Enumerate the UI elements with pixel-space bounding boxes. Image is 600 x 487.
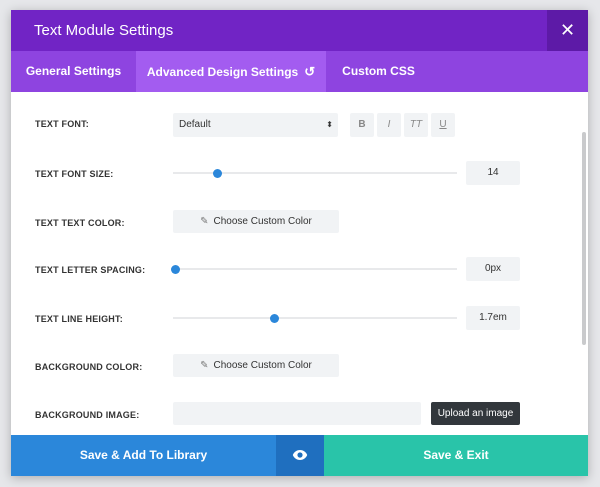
letter-spacing-slider-handle[interactable] <box>170 265 180 274</box>
button-label: Choose Custom Color <box>213 360 312 371</box>
select-arrow-icon: ⬍ <box>326 120 333 129</box>
background-image-label: BACKGROUND IMAGE: <box>35 410 140 420</box>
close-icon: ✕ <box>559 20 576 40</box>
scrollbar[interactable] <box>582 132 586 345</box>
modal-header: Text Module Settings ✕ <box>11 10 588 51</box>
button-label: Choose Custom Color <box>213 216 312 227</box>
text-font-label: TEXT FONT: <box>35 119 89 129</box>
tab-label: Advanced Design Settings <box>146 65 299 79</box>
text-color-label: TEXT TEXT COLOR: <box>35 218 125 228</box>
background-color-label: BACKGROUND COLOR: <box>35 362 143 372</box>
line-height-label: TEXT LINE HEIGHT: <box>35 314 123 324</box>
preview-button[interactable] <box>276 435 324 476</box>
uppercase-button[interactable]: TT <box>404 113 428 137</box>
background-color-picker-button[interactable]: ✎ Choose Custom Color <box>173 354 339 377</box>
line-height-slider[interactable] <box>173 317 457 319</box>
modal-title: Text Module Settings <box>34 22 174 39</box>
italic-button[interactable]: I <box>377 113 401 137</box>
bold-button[interactable]: B <box>350 113 374 137</box>
tab-label: General Settings <box>25 64 122 78</box>
letter-spacing-value[interactable]: 0px <box>466 257 520 281</box>
eyedropper-icon: ✎ <box>200 216 209 227</box>
background-image-url-input[interactable] <box>173 402 421 425</box>
underline-button[interactable]: U <box>431 113 455 137</box>
modal-footer: Save & Add To Library Save & Exit <box>11 435 588 476</box>
tab-general-settings[interactable]: General Settings <box>11 51 136 92</box>
letter-spacing-slider[interactable] <box>173 268 457 270</box>
upload-image-button[interactable]: Upload an image <box>431 402 520 425</box>
tab-advanced-design-settings[interactable]: Advanced Design Settings ↺ <box>136 51 326 92</box>
text-font-size-label: TEXT FONT SIZE: <box>35 169 114 179</box>
close-button[interactable]: ✕ <box>547 10 588 51</box>
eye-icon <box>292 450 308 460</box>
save-add-to-library-button[interactable]: Save & Add To Library <box>11 435 276 476</box>
line-height-value[interactable]: 1.7em <box>466 306 520 330</box>
settings-body: TEXT FONT: Default ⬍ B I TT U TEXT FONT … <box>11 92 588 435</box>
eyedropper-icon: ✎ <box>200 360 209 371</box>
save-exit-button[interactable]: Save & Exit <box>324 435 588 476</box>
letter-spacing-label: TEXT LETTER SPACING: <box>35 265 146 275</box>
select-value: Default <box>179 119 211 130</box>
tab-custom-css[interactable]: Custom CSS <box>326 51 431 92</box>
text-color-picker-button[interactable]: ✎ Choose Custom Color <box>173 210 339 233</box>
text-font-size-value[interactable]: 14 <box>466 161 520 185</box>
line-height-slider-handle[interactable] <box>269 314 279 323</box>
text-font-size-slider-handle[interactable] <box>213 169 223 178</box>
reset-icon[interactable]: ↺ <box>304 51 315 92</box>
tab-bar: General Settings Advanced Design Setting… <box>11 51 588 92</box>
settings-modal: Text Module Settings ✕ General Settings … <box>11 10 588 476</box>
text-font-select[interactable]: Default ⬍ <box>173 113 338 137</box>
tab-label: Custom CSS <box>342 64 415 78</box>
